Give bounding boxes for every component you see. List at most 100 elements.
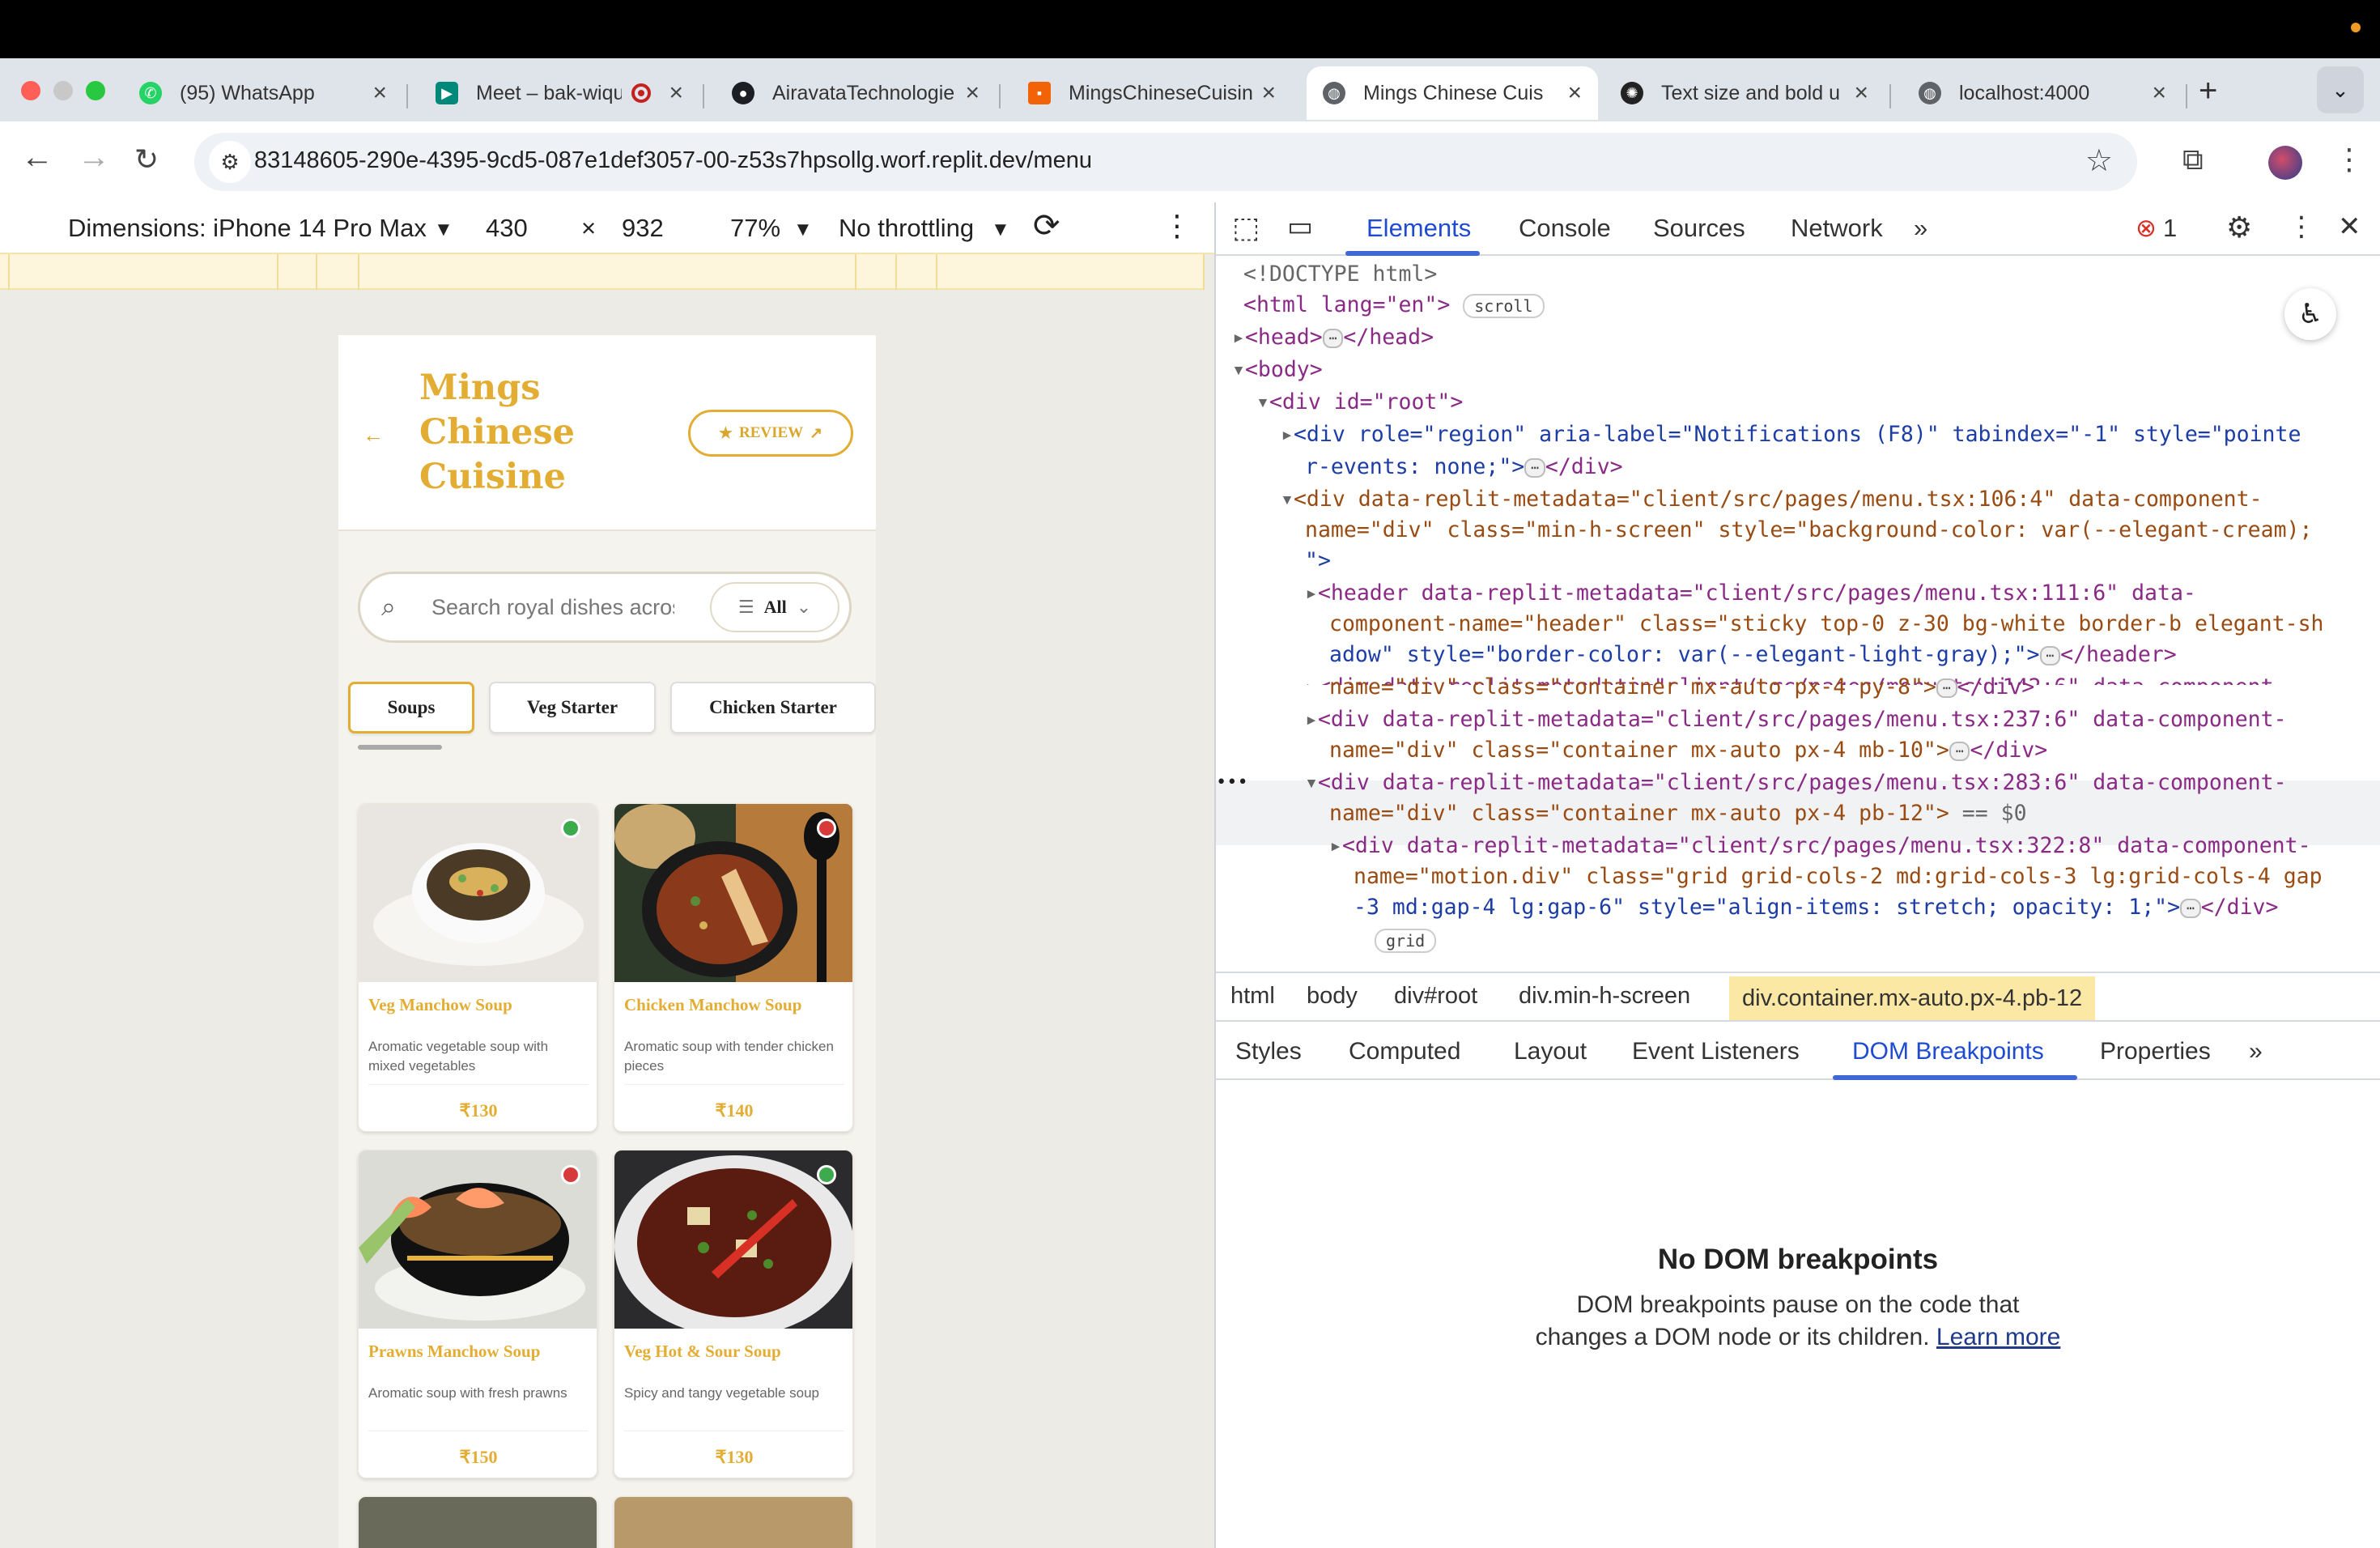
breadcrumb-item[interactable]: body	[1307, 983, 1358, 1010]
filter-dropdown[interactable]: ☰ All ⌄	[710, 582, 839, 632]
tab-network[interactable]: Network	[1791, 214, 1883, 243]
new-tab-button[interactable]: +	[2199, 73, 2217, 109]
dom-node[interactable]: ▸<div data-replit-metadata="client/src/p…	[1329, 831, 2311, 862]
tab-dom-breakpoints[interactable]: DOM Breakpoints	[1852, 1038, 2044, 1065]
dom-node-cont: name="div" class="container mx-auto px-4…	[1329, 674, 2035, 700]
review-button[interactable]: ★ REVIEW ↗	[688, 410, 853, 457]
tab-console[interactable]: Console	[1519, 214, 1611, 243]
accessibility-icon[interactable]: ♿	[2284, 288, 2336, 340]
grid-badge[interactable]: grid	[1375, 928, 1437, 953]
more-tabs-icon[interactable]: »	[2249, 1038, 2263, 1065]
profile-avatar[interactable]	[2268, 146, 2302, 180]
dom-node[interactable]: ▸<header data-replit-metadata="client/sr…	[1305, 578, 2196, 610]
tab-styles[interactable]: Styles	[1235, 1038, 1302, 1065]
error-count[interactable]: 1	[2163, 214, 2177, 243]
breadcrumb-item-active[interactable]: div.container.mx-auto.px-4.pb-12	[1729, 976, 2096, 1020]
more-actions-icon[interactable]: •••	[1216, 768, 1248, 799]
throttling-select[interactable]: No throttling	[839, 214, 974, 243]
menu-bar	[0, 0, 2380, 58]
dom-node[interactable]: ▾<div id="root">	[1256, 387, 1463, 419]
tab-layout[interactable]: Layout	[1514, 1038, 1587, 1065]
menu-item-card[interactable]	[358, 1496, 597, 1548]
dom-node[interactable]: ▸<head> ⋯ </head>	[1232, 322, 1434, 354]
more-options-icon[interactable]: ⋮	[1162, 209, 1192, 243]
category-tab-veg-starter[interactable]: Veg Starter	[489, 682, 656, 734]
browser-menu-icon[interactable]: ⋮	[2335, 142, 2364, 176]
device-dimensions-select[interactable]: Dimensions: iPhone 14 Pro Max	[68, 214, 427, 243]
width-input[interactable]: 430	[486, 214, 528, 243]
non-veg-indicator-icon	[817, 819, 836, 838]
tab-event-listeners[interactable]: Event Listeners	[1632, 1038, 1800, 1065]
url-text[interactable]: 83148605-290e-4395-9cd5-087e1def3057-00-…	[254, 147, 1092, 174]
close-tab-icon[interactable]: ×	[372, 79, 387, 107]
close-tab-icon[interactable]: ×	[669, 79, 683, 107]
rotate-icon[interactable]: ⟳	[1033, 207, 1060, 245]
scroll-badge[interactable]: scroll	[1463, 293, 1545, 318]
bookmark-star-icon[interactable]: ☆	[2085, 142, 2113, 179]
menu-item-card[interactable]: Prawns Manchow Soup Aromatic soup with f…	[358, 1150, 597, 1478]
browser-tab[interactable]: ● AiravataTechnologie ×	[716, 66, 996, 120]
forward-icon[interactable]: →	[78, 139, 110, 176]
dom-node[interactable]: <html lang="en"> scroll	[1243, 290, 1545, 321]
browser-tab[interactable]: ✺ Text size and bold u ×	[1604, 66, 1885, 120]
dom-node[interactable]: ▸<div role="region" aria-label="Notifica…	[1281, 419, 2301, 451]
dom-node-cont: -3 md:gap-4 lg:gap-6" style="align-items…	[1354, 895, 2279, 920]
dom-node[interactable]: <!DOCTYPE html>	[1243, 259, 1437, 291]
category-tab-chicken-starter[interactable]: Chicken Starter	[670, 682, 876, 734]
zoom-select[interactable]: 77%	[730, 214, 780, 243]
back-icon[interactable]: ←	[21, 139, 53, 176]
browser-tab[interactable]: ▶ Meet – bak-wiqu ×	[419, 66, 699, 120]
browser-tab-active[interactable]: ◍ Mings Chinese Cuis ×	[1307, 66, 1598, 120]
device-emulation-area: Dimensions: iPhone 14 Pro Max ▼ 430 × 93…	[0, 202, 1214, 1548]
menu-item-card[interactable]: Chicken Manchow Soup Aromatic soup with …	[614, 803, 853, 1132]
dom-node-cont: r-events: none;"> ⋯ </div>	[1305, 454, 1623, 479]
category-tab-soups[interactable]: Soups	[348, 682, 474, 734]
site-info-icon[interactable]: ⚙	[209, 141, 251, 183]
close-tab-icon[interactable]: ×	[965, 79, 980, 107]
address-bar[interactable]: ⚙ 83148605-290e-4395-9cd5-087e1def3057-0…	[194, 133, 2137, 191]
menu-item-card[interactable]	[614, 1496, 853, 1548]
close-tab-icon[interactable]: ×	[1261, 79, 1276, 107]
tab-elements[interactable]: Elements	[1366, 214, 1471, 243]
breadcrumb-item[interactable]: div#root	[1394, 983, 1477, 1010]
tab-sources[interactable]: Sources	[1653, 214, 1745, 243]
height-input[interactable]: 932	[622, 214, 664, 243]
tab-title: MingsChineseCuisin	[1069, 81, 1253, 104]
dom-node[interactable]: ▾<div data-replit-metadata="client/src/p…	[1281, 484, 2263, 516]
learn-more-link[interactable]: Learn more	[1936, 1324, 2060, 1350]
more-options-icon[interactable]: ⋮	[2288, 211, 2315, 243]
dom-node-selected[interactable]: ▾<div data-replit-metadata="client/src/p…	[1305, 768, 2287, 799]
tab-search-button[interactable]: ⌄	[2317, 66, 2364, 113]
tab-computed[interactable]: Computed	[1349, 1038, 1460, 1065]
menu-item-card[interactable]: Veg Manchow Soup Aromatic vegetable soup…	[358, 803, 597, 1132]
browser-tab[interactable]: ✆ (95) WhatsApp ×	[123, 66, 403, 120]
close-devtools-icon[interactable]: ✕	[2338, 211, 2361, 243]
more-tabs-icon[interactable]: »	[1914, 214, 1927, 243]
search-bar: ⌕ Search royal dishes across ☰ All ⌄	[358, 572, 852, 643]
menu-item-card[interactable]: Veg Hot & Sour Soup Spicy and tangy vege…	[614, 1150, 853, 1478]
search-input[interactable]: Search royal dishes across	[431, 595, 674, 620]
tab-properties[interactable]: Properties	[2100, 1038, 2211, 1065]
extensions-icon[interactable]: ⧉	[2182, 142, 2204, 177]
inspect-element-icon[interactable]: ⬚	[1232, 211, 1260, 245]
close-window-button[interactable]	[21, 81, 40, 100]
maximize-window-button[interactable]	[86, 81, 105, 100]
browser-tab[interactable]: ▪ MingsChineseCuisin ×	[1012, 66, 1292, 120]
reload-icon[interactable]: ↻	[134, 142, 159, 176]
back-arrow-icon[interactable]: ←	[363, 423, 384, 448]
dom-node[interactable]: ▾<body>	[1232, 355, 1323, 386]
close-tab-icon[interactable]: ×	[2152, 79, 2166, 107]
breadcrumb-item[interactable]: div.min-h-screen	[1519, 983, 1690, 1010]
veg-indicator-icon	[817, 1165, 836, 1184]
settings-gear-icon[interactable]: ⚙	[2226, 211, 2252, 245]
breadcrumb-item[interactable]: html	[1230, 983, 1275, 1010]
error-icon[interactable]: ⊗	[2136, 214, 2157, 243]
close-tab-icon[interactable]: ×	[1854, 79, 1868, 107]
devtools-panel: ⬚ ▭ Elements Console Sources Network » ⊗…	[1216, 202, 2380, 1548]
device-toggle-icon[interactable]: ▭	[1287, 211, 1313, 243]
minimize-window-button[interactable]	[53, 81, 73, 100]
close-tab-icon[interactable]: ×	[1567, 79, 1582, 107]
dom-node[interactable]: ▸<div data-replit-metadata="client/src/p…	[1305, 704, 2287, 736]
browser-tab[interactable]: ◍ localhost:4000 ×	[1902, 66, 2182, 120]
dom-node-cont: name="motion.div" class="grid grid-cols-…	[1354, 864, 2323, 889]
